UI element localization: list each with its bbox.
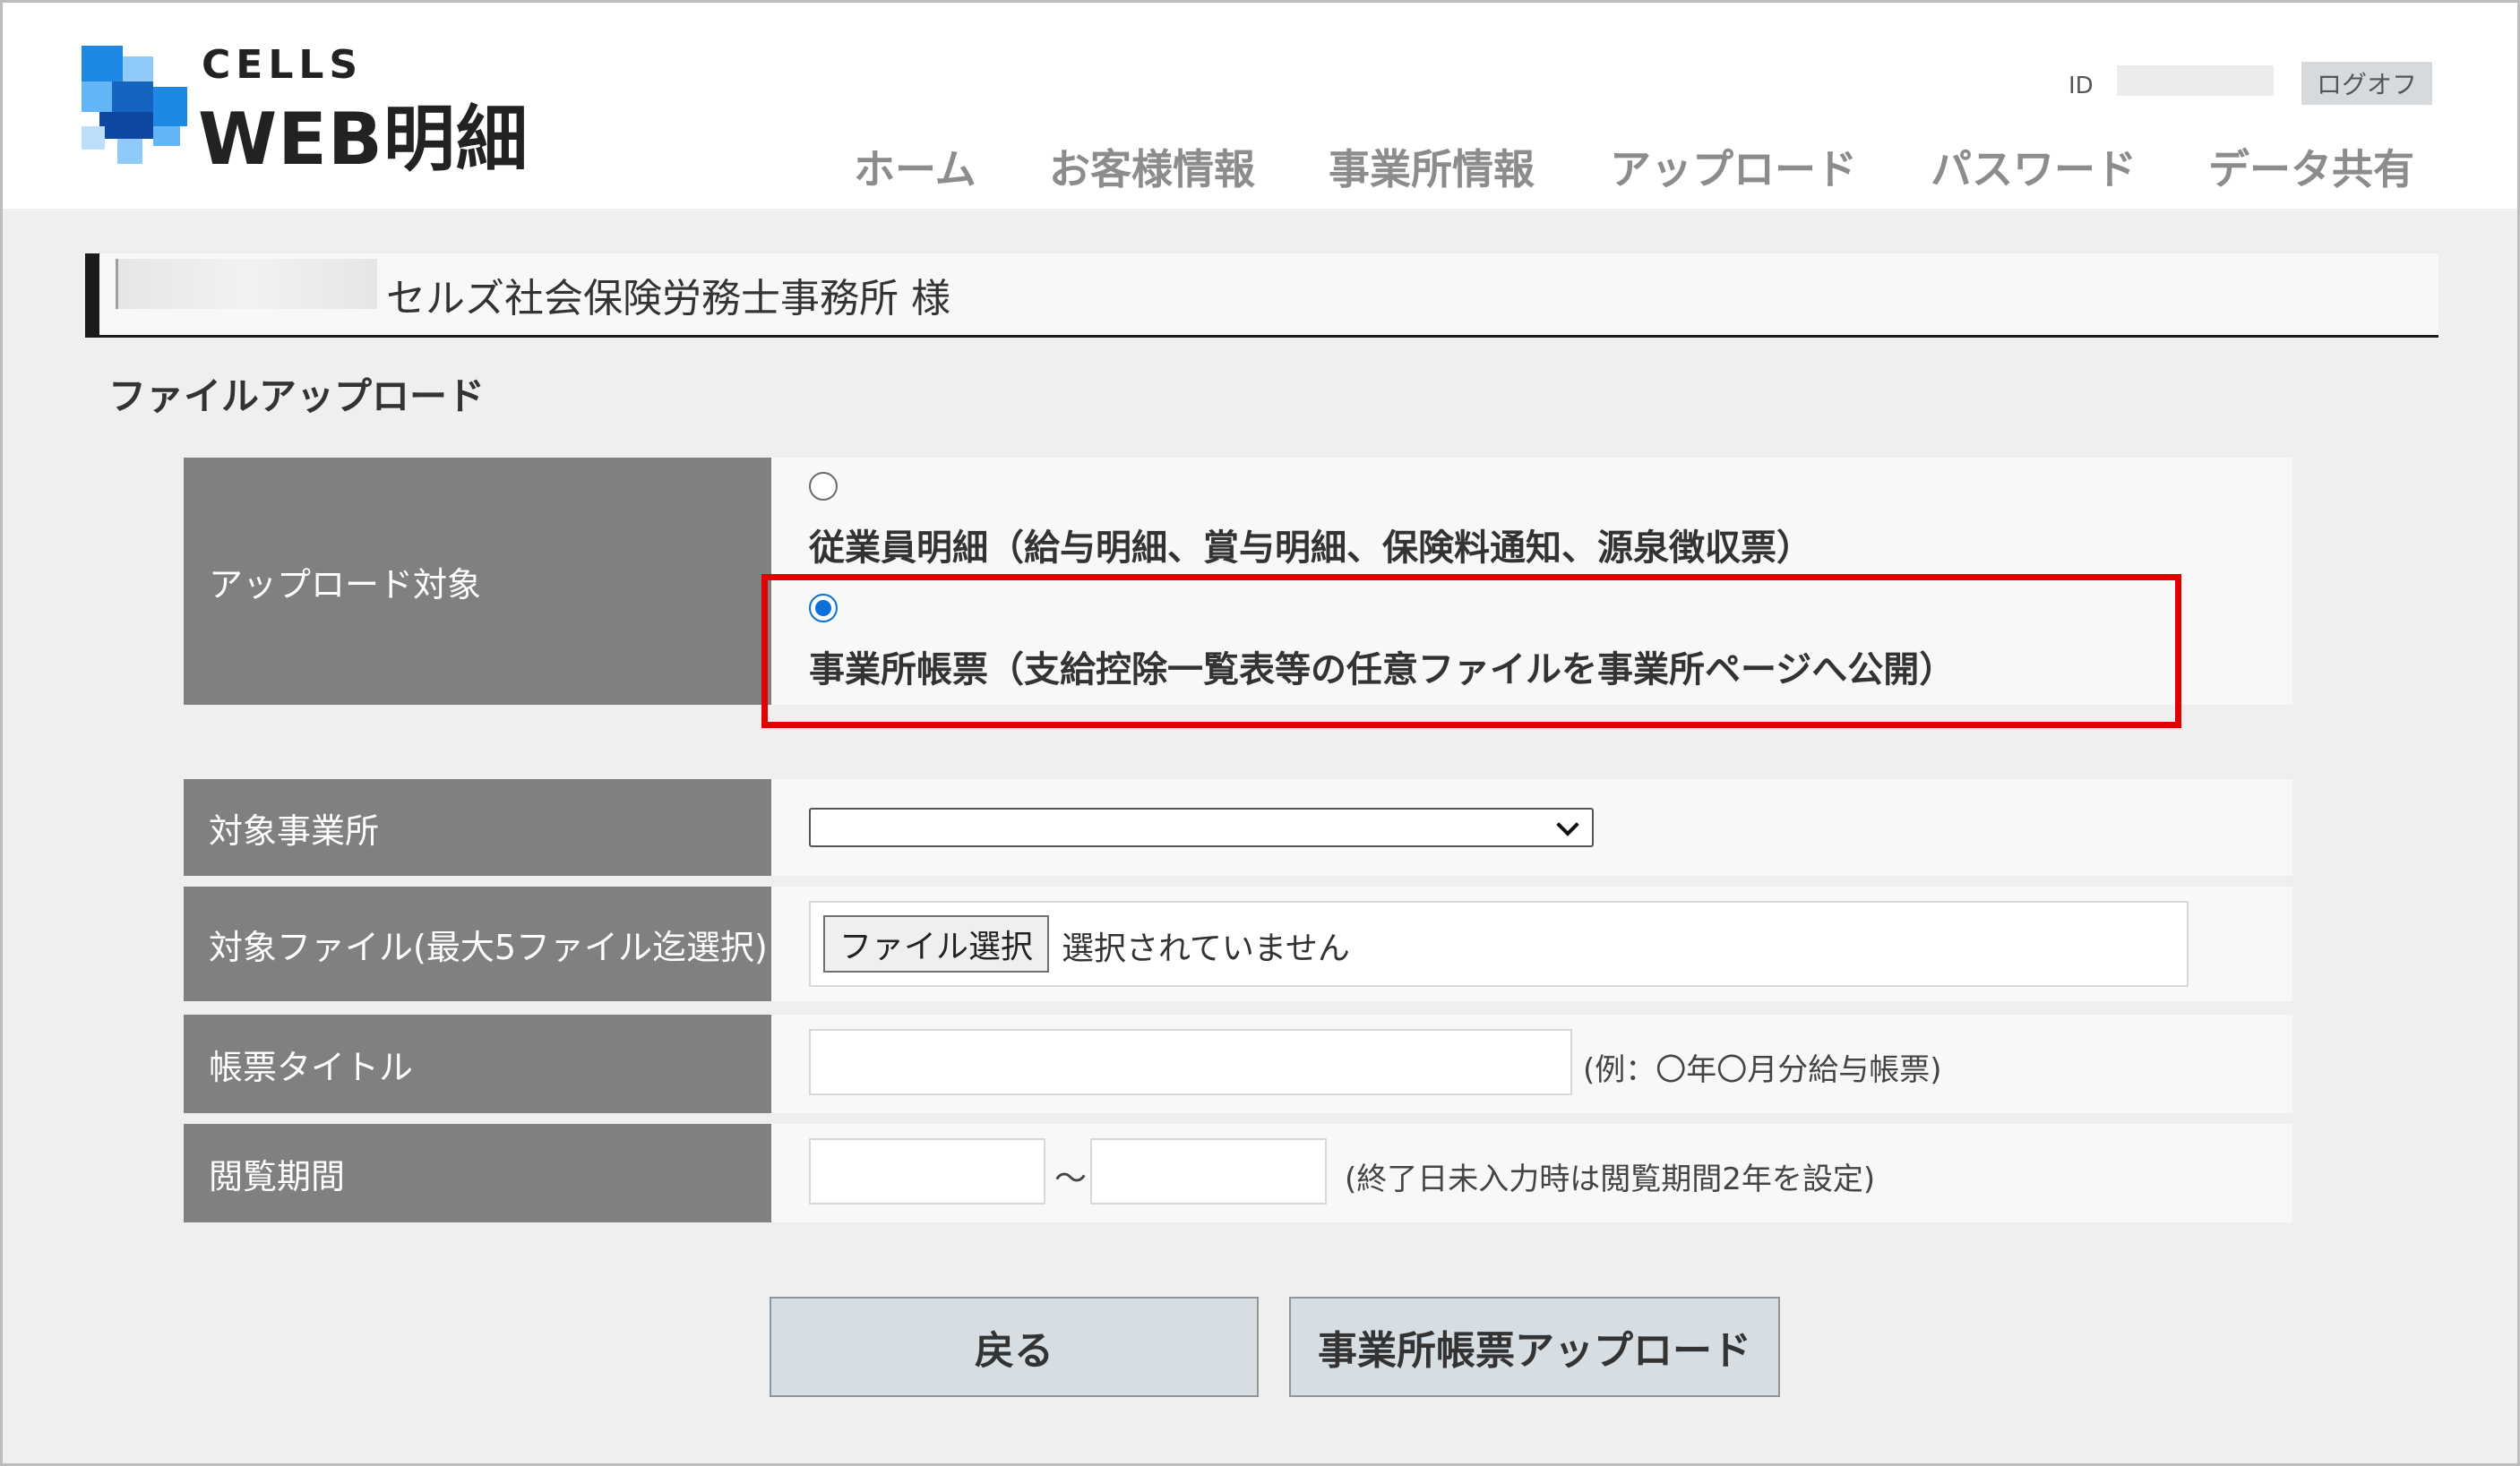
upload-target-label: アップロード対象 [184,458,771,705]
radio-employee-statements-label[interactable]: 従業員明細（給与明細、賞与明細、保険料通知、源泉徴収票） [809,519,1812,570]
report-title-row: 帳票タイトル (例：〇年〇月分給与帳票) [184,1015,2292,1113]
file-status: 選択されていません [1062,930,1350,967]
files-label: 対象ファイル(最大5ファイル迄選択) [184,887,771,1001]
file-select-button[interactable]: ファイル選択 [823,915,1049,973]
nav-upload[interactable]: アップロード [1610,137,1857,196]
period-to-input[interactable] [1090,1138,1327,1205]
customer-bar: セルズ社会保険労務士事務所 様 [85,253,2438,338]
report-title-label: 帳票タイトル [184,1015,771,1113]
divider [116,259,118,309]
nav-home[interactable]: ホーム [854,137,976,196]
chevron-down-icon [1556,813,1579,836]
nav-office-info[interactable]: 事業所情報 [1329,137,1535,196]
back-button[interactable]: 戻る [770,1297,1259,1397]
nav-password[interactable]: パスワード [1931,137,2137,196]
main-content: セルズ社会保険労務士事務所 様 ファイルアップロード アップロード対象 従業員明… [3,209,2517,1463]
office-select[interactable] [809,808,1594,847]
period-separator: ～ [1054,1161,1088,1197]
header: CELLS WEB明細 ID ログオフ ホーム お客様情報 事業所情報 アップロ… [3,3,2517,209]
report-title-input[interactable] [809,1029,1572,1095]
office-row: 対象事業所 [184,779,2292,876]
logo-brand-main: WEB明細 [198,98,529,181]
radio-employee-statements[interactable] [809,472,838,501]
report-title-hint: (例：〇年〇月分給与帳票) [1583,1052,1942,1088]
user-id-label: ID [2068,73,2094,99]
office-report-upload-button[interactable]: 事業所帳票アップロード [1289,1297,1780,1397]
file-picker: ファイル選択 選択されていません [809,901,2189,987]
period-from-input[interactable] [809,1138,1045,1205]
customer-name: セルズ社会保険労務士事務所 様 [386,276,950,321]
highlight-box [761,574,2181,728]
period-row: 閲覧期間 ～ (終了日未入力時は閲覧期間2年を設定) [184,1124,2292,1222]
office-label: 対象事業所 [184,779,771,876]
nav-data-share[interactable]: データ共有 [2208,137,2414,196]
customer-name-masked [117,259,377,309]
page-title: ファイルアップロード [108,374,486,418]
files-row: 対象ファイル(最大5ファイル迄選択) ファイル選択 選択されていません [184,887,2292,1001]
user-id-value [2117,65,2274,96]
cells-logo-icon [82,46,187,164]
logoff-button[interactable]: ログオフ [2301,62,2432,105]
period-label: 閲覧期間 [184,1124,771,1222]
nav-customer-info[interactable]: お客様情報 [1049,137,1255,196]
period-hint: (終了日未入力時は閲覧期間2年を設定) [1345,1162,1876,1197]
